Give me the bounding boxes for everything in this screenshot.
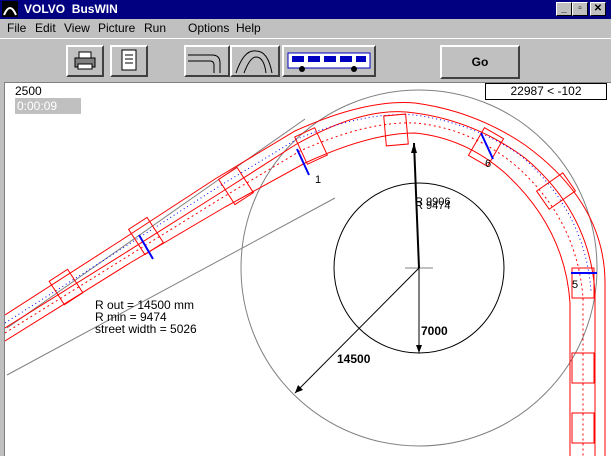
- go-button[interactable]: Go: [440, 45, 520, 79]
- right-turn-icon: [188, 54, 221, 73]
- menu-file[interactable]: File: [7, 21, 26, 35]
- maximize-button[interactable]: ▫: [572, 2, 588, 16]
- tangent-line-lower: [6, 197, 336, 376]
- title-bar: VOLVO BusWIN _ ▫ ✕: [0, 0, 611, 19]
- bus-centerline: [5, 122, 584, 456]
- bus-outer-edge: [5, 102, 606, 456]
- menu-picture[interactable]: Picture: [98, 21, 135, 35]
- dimension-14500: 14500: [337, 352, 371, 366]
- bus-inner-edge: [5, 132, 571, 456]
- document-button[interactable]: [110, 45, 148, 77]
- toolbar: Go: [0, 38, 611, 82]
- close-button[interactable]: ✕: [590, 2, 606, 16]
- marker-6: 6: [485, 158, 491, 170]
- minimize-button[interactable]: _: [556, 2, 572, 16]
- marker-1: 1: [315, 174, 321, 186]
- menu-run[interactable]: Run: [144, 21, 166, 35]
- bus-segments: [48, 113, 595, 444]
- app-icon[interactable]: [2, 1, 18, 17]
- dimension-7000: 7000: [421, 324, 448, 338]
- print-button[interactable]: [66, 45, 104, 77]
- street-width-text: street width = 5026: [95, 322, 197, 336]
- menu-help[interactable]: Help: [236, 21, 261, 35]
- radius-dimension-line: [294, 267, 420, 394]
- curve-turn-icon: [235, 50, 273, 74]
- bus-icon: [287, 52, 371, 72]
- r-min-label: R 9474: [415, 200, 450, 212]
- document-icon: [121, 49, 137, 71]
- bus-outer-sweep: [5, 111, 596, 456]
- tangent-line-upper: [6, 118, 306, 329]
- bus-button[interactable]: [282, 45, 376, 77]
- menu-bar: File Edit View Picture Run Options Help: [0, 19, 611, 38]
- window-title: VOLVO BusWIN: [24, 2, 118, 16]
- menu-edit[interactable]: Edit: [35, 21, 56, 35]
- right-turn-button[interactable]: [184, 45, 230, 77]
- turn-diagram: 1 6 5 R 9906 R 9474 7000 14500 R out = 1…: [5, 89, 606, 456]
- menu-view[interactable]: View: [64, 21, 90, 35]
- bus-axles: [138, 132, 597, 274]
- curve-turn-button[interactable]: [230, 45, 280, 77]
- drawing-canvas[interactable]: 2500 0:00:09 22987 < -102 1 6 5 R 9906 R…: [4, 82, 611, 456]
- printer-icon: [74, 51, 96, 70]
- axle-path: [5, 114, 592, 324]
- r-min-arrow: [411, 143, 417, 153]
- menu-options[interactable]: Options: [188, 21, 229, 35]
- marker-5: 5: [572, 279, 578, 291]
- inner-arrow: [416, 345, 422, 353]
